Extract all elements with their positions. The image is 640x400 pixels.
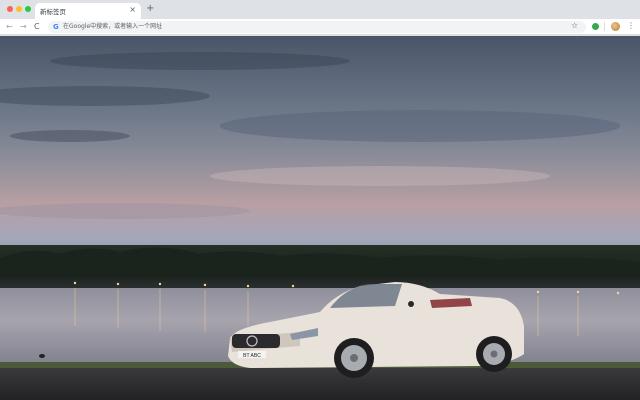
address-bar[interactable]: G 在Google中搜索，或者输入一个网址 [48,21,586,33]
extension-icon[interactable] [592,23,599,30]
tab-strip: 新标签页 × + [0,0,640,19]
close-window-button[interactable] [7,6,13,12]
address-bar-placeholder: 在Google中搜索，或者输入一个网址 [63,23,163,30]
reload-button[interactable]: C [34,21,40,32]
maximize-window-button[interactable] [25,6,31,12]
clouds [0,52,620,219]
tab-new-tab[interactable]: 新标签页 × [35,3,141,19]
tree-line [0,247,640,276]
tab-title: 新标签页 [40,8,66,16]
white-convertible-car: BT ABC [228,282,524,378]
browser-window: 新标签页 × + ← → C G 在Google中搜索，或者输入一个网址 ☆ ⋮ [0,0,640,400]
tab-close-icon[interactable]: × [129,5,136,15]
minimize-window-button[interactable] [16,6,22,12]
duck-silhouette [39,354,45,358]
new-tab-button[interactable]: + [146,3,154,15]
wallpaper-scene: BT ABC [0,52,640,378]
toolbar-divider [604,22,605,31]
google-icon: G [53,23,59,31]
toolbar: ← → C G 在Google中搜索，或者输入一个网址 ☆ [0,19,640,35]
browser-menu-button[interactable]: ⋮ [627,20,635,31]
profile-avatar[interactable] [611,22,620,31]
license-plate: BT ABC [243,353,261,359]
forward-button[interactable]: → [20,21,27,32]
back-button[interactable]: ← [6,21,13,32]
bookmark-star-icon[interactable]: ☆ [571,21,578,30]
new-tab-page-wallpaper: BT ABC [0,36,640,400]
